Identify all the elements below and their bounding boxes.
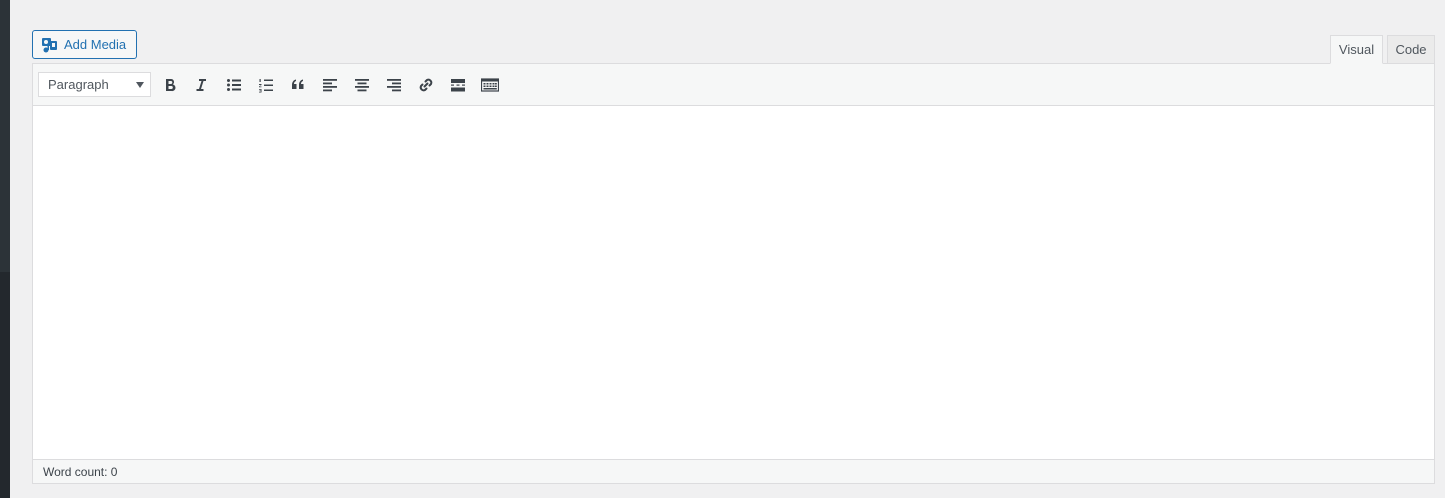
format-select[interactable]: Paragraph <box>38 72 151 97</box>
editor-toolbar: Paragraph <box>33 64 1434 106</box>
chevron-down-icon <box>136 82 144 88</box>
align-right-button[interactable] <box>382 73 406 97</box>
word-count: Word count: 0 <box>43 464 118 479</box>
bulleted-list-button[interactable] <box>222 73 246 97</box>
blockquote-button[interactable] <box>286 73 310 97</box>
media-icon <box>41 36 59 54</box>
blockquote-icon <box>292 79 304 89</box>
align-left-button[interactable] <box>318 73 342 97</box>
align-center-button[interactable] <box>350 73 374 97</box>
toolbar-toggle-icon <box>481 78 499 92</box>
toolbar-toggle-button[interactable] <box>478 73 502 97</box>
admin-menu-edge <box>0 0 10 272</box>
editor-content-area[interactable] <box>33 106 1434 459</box>
bold-button[interactable] <box>158 73 182 97</box>
admin-menu-edge-lower <box>0 272 10 498</box>
italic-icon <box>196 79 206 91</box>
add-media-button[interactable]: Add Media <box>32 30 137 59</box>
add-media-label: Add Media <box>64 37 127 52</box>
editor-status-bar: Word count: 0 <box>33 459 1434 483</box>
tab-code[interactable]: Code <box>1387 35 1435 64</box>
editor-wrapper: Paragraph Word count: 0 <box>32 63 1435 484</box>
numbered-list-icon <box>259 79 273 93</box>
numbered-list-button[interactable] <box>254 73 278 97</box>
read-more-button[interactable] <box>446 73 470 97</box>
align-center-icon <box>355 79 369 92</box>
format-select-value: Paragraph <box>48 77 109 92</box>
bold-icon <box>166 79 176 92</box>
align-left-icon <box>323 79 337 92</box>
link-icon <box>419 78 433 92</box>
insert-link-button[interactable] <box>414 73 438 97</box>
tab-visual[interactable]: Visual <box>1330 35 1383 64</box>
align-right-icon <box>387 79 401 92</box>
admin-sidebar-edge <box>0 0 10 498</box>
bulleted-list-icon <box>227 79 241 91</box>
read-more-icon <box>451 79 465 92</box>
italic-button[interactable] <box>189 73 213 97</box>
